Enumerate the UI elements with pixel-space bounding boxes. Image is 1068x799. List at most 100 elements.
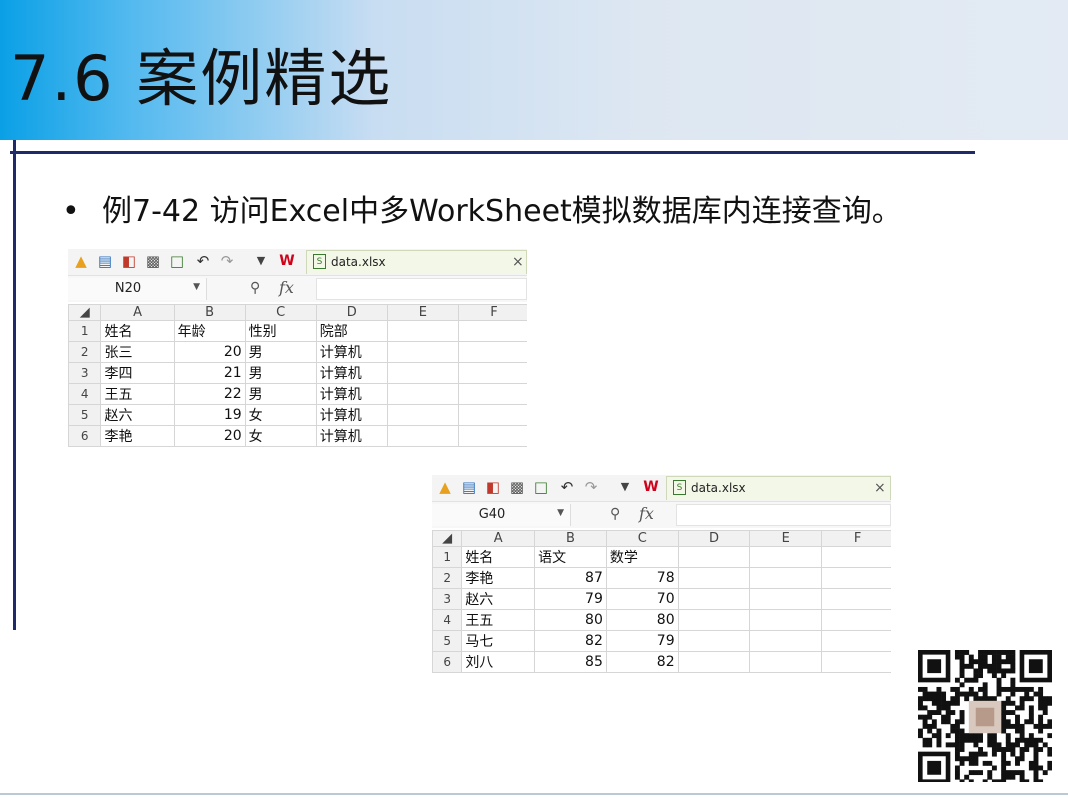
row-header[interactable]: 4 <box>432 609 463 631</box>
row-header[interactable]: 6 <box>68 425 102 447</box>
open-folder-icon[interactable]: ▲ <box>436 478 454 496</box>
save-icon[interactable]: ▤ <box>460 478 478 496</box>
column-header[interactable]: F <box>457 304 527 321</box>
row-header[interactable]: 5 <box>68 404 102 426</box>
cell[interactable]: 马七 <box>461 630 536 652</box>
cell[interactable]: 80 <box>605 609 679 631</box>
row-header[interactable]: 3 <box>432 588 463 610</box>
cell[interactable] <box>749 630 823 652</box>
column-header[interactable]: B <box>534 530 607 547</box>
cell[interactable] <box>821 567 891 589</box>
cell[interactable]: 刘八 <box>461 651 536 673</box>
cell[interactable]: 82 <box>534 630 607 652</box>
cell[interactable]: 22 <box>173 383 246 405</box>
formula-input[interactable] <box>676 504 891 526</box>
cell[interactable] <box>821 588 891 610</box>
open-folder-icon[interactable]: ▲ <box>72 252 90 270</box>
cell[interactable] <box>677 567 751 589</box>
cell[interactable]: 年龄 <box>173 320 246 342</box>
select-all-corner[interactable]: ◢ <box>68 304 102 321</box>
cell[interactable]: 20 <box>173 341 246 363</box>
cell[interactable] <box>821 609 891 631</box>
export-icon[interactable]: ◧ <box>120 252 138 270</box>
print-preview-icon[interactable]: □ <box>168 252 186 270</box>
cell[interactable]: 男 <box>244 341 317 363</box>
cell[interactable]: 计算机 <box>315 383 388 405</box>
cell[interactable] <box>457 341 527 363</box>
column-header[interactable]: F <box>821 530 891 547</box>
fx-icon[interactable]: fx <box>639 504 654 523</box>
undo-icon[interactable]: ↶ <box>558 478 576 496</box>
chevron-down-icon[interactable]: ▼ <box>193 282 200 292</box>
cell[interactable]: 21 <box>173 362 246 384</box>
close-icon[interactable]: × <box>874 480 886 496</box>
cell[interactable] <box>386 362 459 384</box>
cell[interactable] <box>386 383 459 405</box>
cell[interactable]: 男 <box>244 383 317 405</box>
print-icon[interactable]: ▩ <box>144 252 162 270</box>
column-header[interactable]: C <box>244 304 317 321</box>
column-header[interactable]: B <box>173 304 246 321</box>
row-header[interactable]: 6 <box>432 651 463 673</box>
save-icon[interactable]: ▤ <box>96 252 114 270</box>
cell[interactable] <box>677 546 751 568</box>
cell[interactable] <box>386 320 459 342</box>
print-icon[interactable]: ▩ <box>508 478 526 496</box>
column-header[interactable]: C <box>605 530 679 547</box>
cell[interactable]: 院部 <box>315 320 388 342</box>
tab-data-xlsx[interactable]: S data.xlsx × <box>306 250 527 274</box>
cell[interactable]: 李艳 <box>461 567 536 589</box>
cell[interactable] <box>386 425 459 447</box>
column-header[interactable]: A <box>461 530 536 547</box>
cell[interactable]: 李四 <box>100 362 175 384</box>
cell[interactable]: 19 <box>173 404 246 426</box>
cell[interactable]: 20 <box>173 425 246 447</box>
wps-logo-icon[interactable]: W <box>642 478 660 496</box>
zoom-icon[interactable]: ⚲ <box>610 506 620 522</box>
cell[interactable] <box>386 404 459 426</box>
export-icon[interactable]: ◧ <box>484 478 502 496</box>
tab-data-xlsx[interactable]: S data.xlsx × <box>666 476 891 500</box>
cell[interactable] <box>821 651 891 673</box>
cell[interactable] <box>457 362 527 384</box>
undo-icon[interactable]: ↶ <box>194 252 212 270</box>
wps-logo-icon[interactable]: W <box>278 252 296 270</box>
cell[interactable] <box>677 630 751 652</box>
cell[interactable]: 82 <box>605 651 679 673</box>
cell[interactable] <box>386 341 459 363</box>
cell[interactable]: 张三 <box>100 341 175 363</box>
cell[interactable] <box>749 546 823 568</box>
cell[interactable]: 87 <box>534 567 607 589</box>
cell[interactable]: 计算机 <box>315 425 388 447</box>
column-header[interactable]: E <box>749 530 823 547</box>
cell[interactable]: 计算机 <box>315 404 388 426</box>
column-header[interactable]: D <box>677 530 751 547</box>
cell[interactable] <box>749 651 823 673</box>
close-icon[interactable]: × <box>512 254 524 270</box>
select-all-corner[interactable]: ◢ <box>432 530 463 547</box>
cell[interactable] <box>457 404 527 426</box>
name-box[interactable]: N20 ▼ <box>68 278 207 300</box>
name-box[interactable]: G40 ▼ <box>432 504 571 526</box>
cell[interactable]: 男 <box>244 362 317 384</box>
column-header[interactable]: E <box>386 304 459 321</box>
row-header[interactable]: 1 <box>432 546 463 568</box>
fx-icon[interactable]: fx <box>279 278 294 297</box>
row-header[interactable]: 2 <box>68 341 102 363</box>
row-header[interactable]: 4 <box>68 383 102 405</box>
cell[interactable]: 姓名 <box>100 320 175 342</box>
redo-icon[interactable]: ↷ <box>218 252 236 270</box>
cell[interactable]: 赵六 <box>100 404 175 426</box>
cell[interactable]: 计算机 <box>315 362 388 384</box>
print-preview-icon[interactable]: □ <box>532 478 550 496</box>
zoom-icon[interactable]: ⚲ <box>250 280 260 296</box>
cell[interactable]: 85 <box>534 651 607 673</box>
row-header[interactable]: 5 <box>432 630 463 652</box>
cell[interactable] <box>821 630 891 652</box>
cell[interactable] <box>457 383 527 405</box>
cell[interactable] <box>677 609 751 631</box>
cell[interactable] <box>749 588 823 610</box>
cell[interactable]: 70 <box>605 588 679 610</box>
cell[interactable]: 女 <box>244 404 317 426</box>
cell[interactable]: 李艳 <box>100 425 175 447</box>
